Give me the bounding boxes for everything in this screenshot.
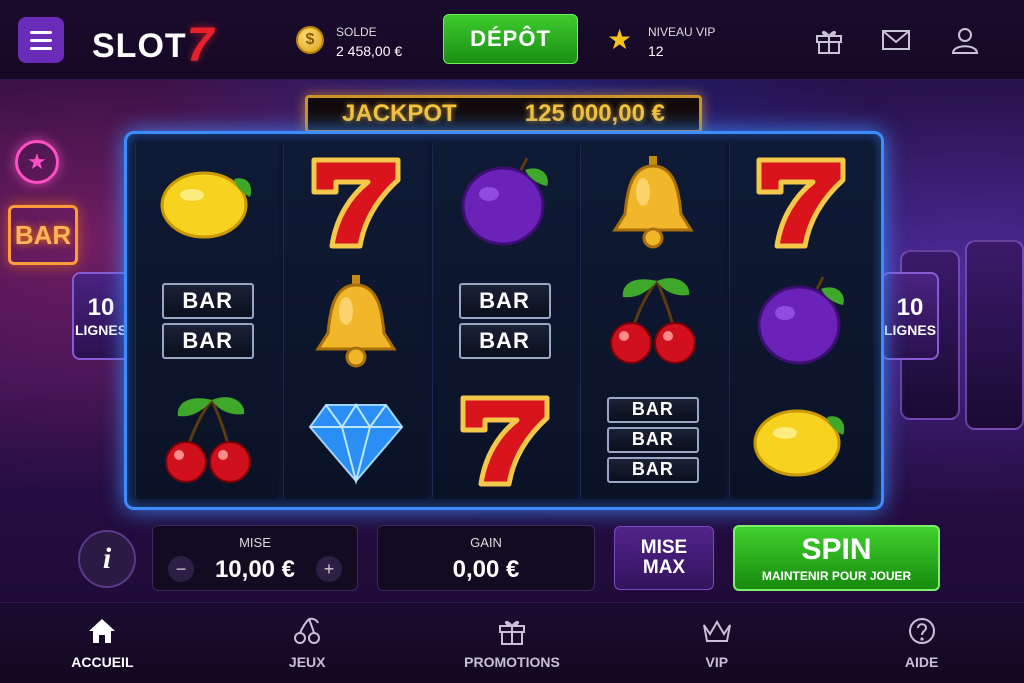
spin-button[interactable]: SPIN MAINTENIR POUR JOUER <box>733 525 940 591</box>
reel <box>283 142 428 499</box>
logo: SLOT7 <box>92 19 215 72</box>
jackpot-label: JACKPOT <box>342 100 457 127</box>
bell-symbol-icon <box>598 147 708 257</box>
bet-increase-button[interactable]: + <box>316 556 342 582</box>
nav-item-promotions[interactable]: PROMOTIONS <box>410 603 615 683</box>
bar-block: BAR <box>458 282 551 319</box>
lemon-symbol-icon <box>153 147 263 257</box>
bar-symbol-icon: BAR BAR BAR <box>598 385 708 495</box>
win-value: 0,00 € <box>452 556 520 583</box>
paylines-label: LIGNES <box>883 322 937 338</box>
vip-level-label: NIVEAU VIP <box>648 25 716 39</box>
seven-symbol-icon <box>450 385 560 495</box>
win-panel: GAIN 0,00 € <box>377 525 595 591</box>
cherry-symbol-icon <box>598 266 708 376</box>
bet-label: MISE <box>239 535 271 550</box>
max-bet-line2: MAX <box>642 557 686 578</box>
nav-label: AIDE <box>904 654 939 670</box>
lemon-symbol-icon <box>746 385 856 495</box>
crown-icon <box>702 620 731 642</box>
nav-label: PROMOTIONS <box>464 654 560 670</box>
win-label: GAIN <box>470 535 502 550</box>
balance-label: SOLDE <box>336 25 377 39</box>
reel: BAR BAR BAR <box>580 142 725 499</box>
menu-button[interactable] <box>18 17 64 63</box>
reel: BAR BAR <box>135 142 280 499</box>
bell-symbol-icon <box>301 266 411 376</box>
info-button[interactable]: i <box>78 530 136 588</box>
jackpot-value: 125 000,00 € <box>524 100 665 127</box>
reel <box>728 142 874 499</box>
plum-symbol-icon <box>450 147 560 257</box>
max-bet-button[interactable]: MISE MAX <box>614 526 714 590</box>
vip-level-value: 12 <box>648 43 664 59</box>
plum-symbol-icon <box>746 266 856 376</box>
bar-block: BAR <box>606 456 699 483</box>
star-icon: ★ <box>607 24 633 55</box>
mail-icon[interactable] <box>880 24 912 56</box>
coin-icon: $ <box>296 26 324 54</box>
neon-star-sign: ★ <box>15 140 59 184</box>
gift-icon <box>498 620 525 645</box>
seven-symbol-icon <box>746 147 856 257</box>
top-bar: SLOT7 $ SOLDE 2 458,00 € DÉPÔT ★ NIVEAU … <box>0 0 1024 80</box>
nav-label: VIP <box>705 654 729 670</box>
nav-item-home[interactable]: ACCUEIL <box>0 603 205 683</box>
neon-bar-sign: BAR <box>8 205 78 265</box>
user-icon[interactable] <box>949 24 981 56</box>
nav-label: JEUX <box>288 654 326 670</box>
background-slot-machine <box>965 240 1024 430</box>
help-icon <box>908 618 935 644</box>
jackpot-banner: JACKPOT 125 000,00 € <box>305 95 702 133</box>
paylines-badge-left: 10 LIGNES <box>72 272 130 360</box>
bar-symbol-icon: BAR BAR <box>450 266 560 376</box>
spin-label: SPIN <box>801 533 872 566</box>
nav-item-vip[interactable]: VIP <box>614 603 819 683</box>
bar-symbol-icon: BAR BAR <box>153 266 263 376</box>
spin-hint: MAINTENIR POUR JOUER <box>761 569 912 583</box>
seven-symbol-icon <box>301 147 411 257</box>
paylines-badge-right: 10 LIGNES <box>881 272 939 360</box>
bottom-nav: ACCUEIL JEUX PROMOTIONS VIP AIDE <box>0 602 1024 683</box>
cherry-icon <box>294 617 321 644</box>
nav-item-games[interactable]: JEUX <box>205 603 410 683</box>
bar-block: BAR <box>161 322 254 359</box>
bar-block: BAR <box>606 426 699 453</box>
balance-value: 2 458,00 € <box>336 43 403 59</box>
home-icon <box>89 619 116 643</box>
paylines-count: 10 <box>87 294 115 321</box>
bar-block: BAR <box>458 322 551 359</box>
nav-label: ACCUEIL <box>71 654 134 670</box>
reel: BAR BAR <box>431 142 577 499</box>
bet-panel: MISE − 10,00 € + <box>152 525 358 591</box>
reel-grid: BAR BAR BAR BAR BAR BAR BAR <box>124 131 884 510</box>
paylines-label: LIGNES <box>74 322 128 338</box>
cherry-symbol-icon <box>153 385 263 495</box>
max-bet-line1: MISE <box>640 537 688 558</box>
paylines-count: 10 <box>896 294 924 321</box>
deposit-button[interactable]: DÉPÔT <box>443 14 578 64</box>
nav-item-help[interactable]: AIDE <box>819 603 1024 683</box>
diamond-symbol-icon <box>301 385 411 495</box>
bar-block: BAR <box>606 396 699 423</box>
bar-block: BAR <box>161 282 254 319</box>
gift-icon[interactable] <box>813 24 845 56</box>
